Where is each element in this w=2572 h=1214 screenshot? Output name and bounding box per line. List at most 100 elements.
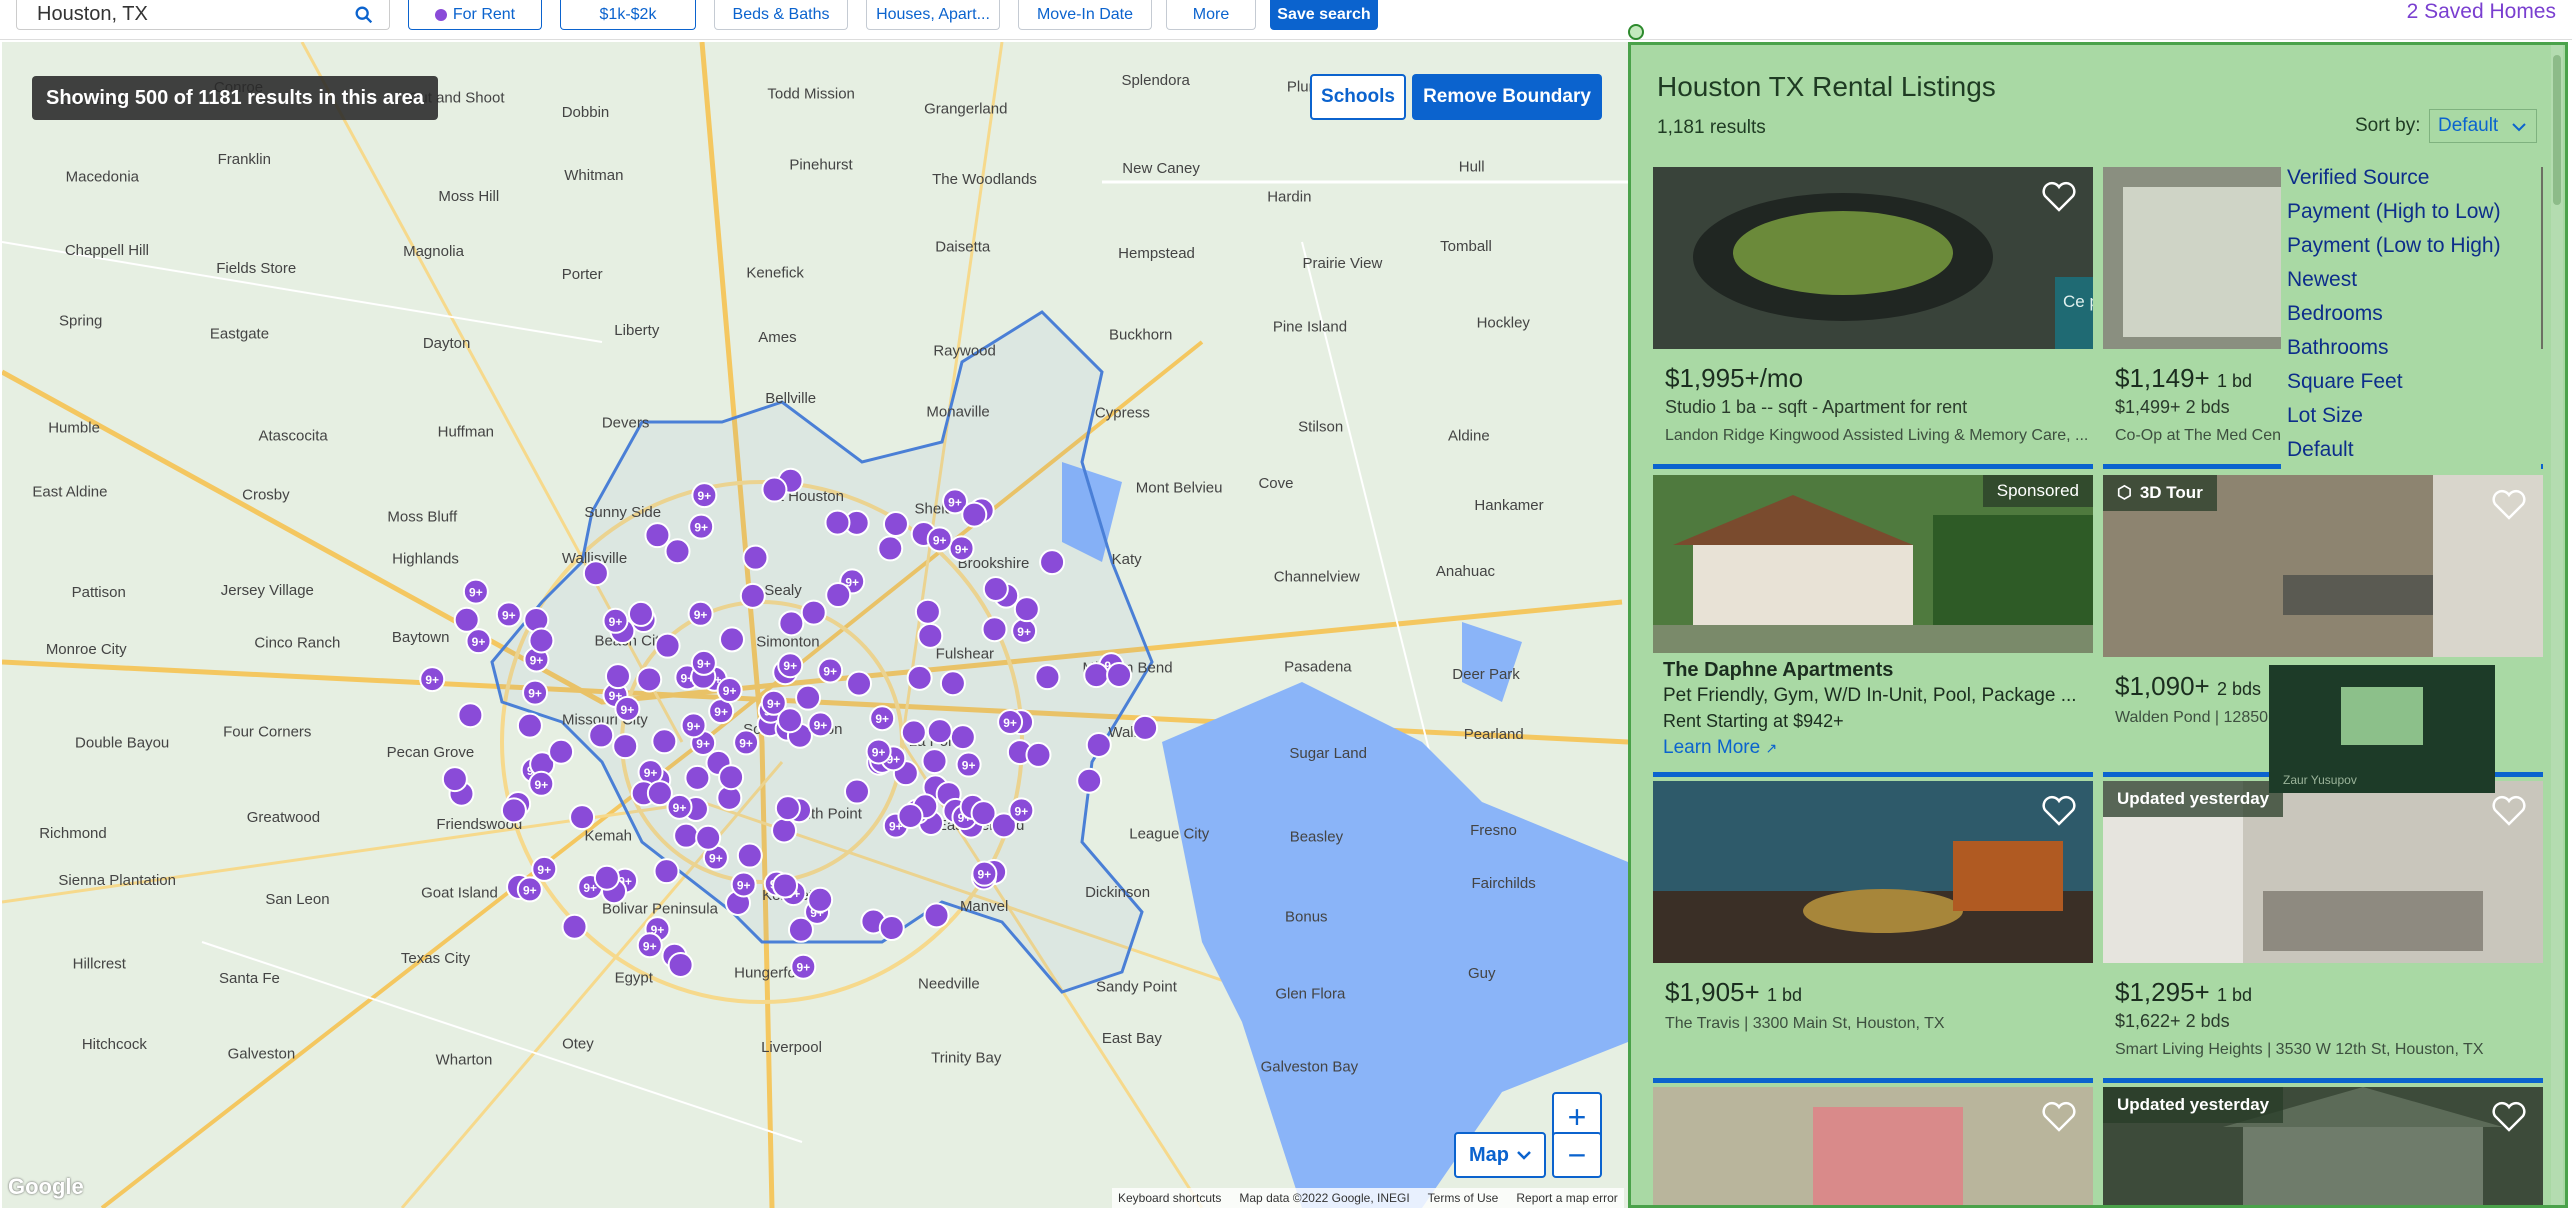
map-cluster-marker[interactable] bbox=[516, 712, 543, 739]
map-cluster-marker[interactable] bbox=[771, 817, 798, 844]
map-cluster-marker[interactable]: 9+ bbox=[680, 712, 707, 739]
listing-card[interactable]: Ce pre $1,995+/mo Studio 1 ba -- sqft - … bbox=[1653, 167, 2093, 469]
heart-icon[interactable] bbox=[2041, 1101, 2077, 1133]
map-cluster-marker[interactable]: 9+ bbox=[688, 513, 715, 540]
map-cluster-marker[interactable] bbox=[627, 600, 654, 627]
map-cluster-marker[interactable] bbox=[923, 902, 950, 929]
saved-homes-link[interactable]: 2 Saved Homes bbox=[2407, 0, 2556, 24]
map-cluster-marker[interactable]: 9+ bbox=[531, 855, 558, 882]
map-cluster-marker[interactable]: 9+ bbox=[865, 738, 892, 765]
map-cluster-marker[interactable] bbox=[949, 724, 976, 751]
sort-select[interactable]: Default bbox=[2429, 109, 2537, 143]
map-cluster-marker[interactable]: 9+ bbox=[955, 751, 982, 778]
map-cluster-marker[interactable] bbox=[718, 626, 745, 653]
map-cluster-marker[interactable] bbox=[604, 663, 631, 690]
map-cluster-marker[interactable] bbox=[795, 684, 822, 711]
filter-more-button[interactable]: More bbox=[1166, 0, 1256, 30]
sort-option[interactable]: Payment (High to Low) bbox=[2287, 195, 2535, 229]
map-cluster-marker[interactable] bbox=[800, 599, 827, 626]
map-cluster-marker[interactable] bbox=[778, 610, 805, 637]
map-cluster-marker[interactable]: 9+ bbox=[495, 601, 522, 628]
sort-option[interactable]: Lot Size bbox=[2287, 399, 2535, 433]
map-cluster-marker[interactable]: 9+ bbox=[602, 607, 629, 634]
map-cluster-marker[interactable] bbox=[651, 728, 678, 755]
map-cluster-marker[interactable] bbox=[739, 582, 766, 609]
schools-button[interactable]: Schools bbox=[1310, 74, 1406, 120]
zoom-out-button[interactable]: − bbox=[1552, 1132, 1602, 1178]
map-cluster-marker[interactable] bbox=[877, 535, 904, 562]
listing-card[interactable]: Updated yesterday $1,295+ 1 bd $1,622+ 2… bbox=[2103, 781, 2543, 1083]
map-cluster-marker[interactable]: 9+ bbox=[528, 770, 555, 797]
filter-beds-baths-button[interactable]: Beds & Baths bbox=[714, 0, 848, 30]
map-cluster-marker[interactable] bbox=[736, 842, 763, 869]
map-cluster-marker[interactable]: 9+ bbox=[516, 876, 543, 903]
map-cluster-marker[interactable] bbox=[906, 664, 933, 691]
map-cluster-marker[interactable]: 9+ bbox=[790, 953, 817, 980]
map-cluster-marker[interactable] bbox=[917, 622, 944, 649]
sort-option[interactable]: Bedrooms bbox=[2287, 297, 2535, 331]
sort-option[interactable]: Payment (Low to High) bbox=[2287, 229, 2535, 263]
learn-more-link[interactable]: Learn More ↗ bbox=[1663, 737, 1777, 759]
filter-move-in-date-button[interactable]: Move-In Date bbox=[1018, 0, 1152, 30]
sort-option[interactable]: Default bbox=[2287, 433, 2535, 467]
map-cluster-marker[interactable] bbox=[926, 718, 953, 745]
map-cluster-marker[interactable] bbox=[612, 733, 639, 760]
map-cluster-marker[interactable] bbox=[1034, 664, 1061, 691]
map-cluster-marker[interactable]: 9+ bbox=[691, 482, 718, 509]
map-cluster-marker[interactable] bbox=[673, 822, 700, 849]
listing-card[interactable]: Updated yesterday bbox=[2103, 1087, 2543, 1205]
search-input[interactable]: Houston, TX bbox=[16, 0, 390, 30]
remove-boundary-button[interactable]: Remove Boundary bbox=[1412, 74, 1602, 120]
map-cluster-marker[interactable]: 9+ bbox=[733, 729, 760, 756]
map-cluster-marker[interactable] bbox=[981, 616, 1008, 643]
map-cluster-marker[interactable] bbox=[939, 670, 966, 697]
report-error-link[interactable]: Report a map error bbox=[1516, 1191, 1617, 1205]
map-cluster-marker[interactable]: 9+ bbox=[636, 932, 663, 959]
map-cluster-marker[interactable] bbox=[695, 824, 722, 851]
map-cluster-marker[interactable]: 9+ bbox=[419, 666, 446, 693]
map-cluster-marker[interactable] bbox=[457, 702, 484, 729]
sponsored-listing-card[interactable]: Sponsored The Daphne Apartments Pet Frie… bbox=[1653, 475, 2093, 777]
map-cluster-marker[interactable] bbox=[1013, 596, 1040, 623]
map-cluster-marker[interactable] bbox=[878, 915, 905, 942]
map-cluster-marker[interactable] bbox=[761, 476, 788, 503]
map-cluster-marker[interactable] bbox=[1106, 661, 1133, 688]
heart-icon[interactable] bbox=[2041, 181, 2077, 213]
map-cluster-marker[interactable]: 9+ bbox=[817, 657, 844, 684]
heart-icon[interactable] bbox=[2491, 795, 2527, 827]
filter-home-type-button[interactable]: Houses, Apart... bbox=[866, 0, 1000, 30]
listing-card[interactable] bbox=[1653, 1087, 2093, 1205]
map-cluster-marker[interactable] bbox=[1076, 767, 1103, 794]
search-icon[interactable] bbox=[353, 4, 375, 26]
map-cluster-marker[interactable] bbox=[718, 764, 745, 791]
map-cluster-marker[interactable] bbox=[667, 951, 694, 978]
map-cluster-marker[interactable] bbox=[900, 719, 927, 746]
map-cluster-marker[interactable]: 9+ bbox=[1011, 617, 1038, 644]
keyboard-shortcuts-link[interactable]: Keyboard shortcuts bbox=[1118, 1191, 1221, 1205]
map-cluster-marker[interactable] bbox=[1132, 714, 1159, 741]
map-cluster-marker[interactable] bbox=[664, 538, 691, 565]
map-cluster-marker[interactable]: 9+ bbox=[687, 600, 714, 627]
map-cluster-marker[interactable] bbox=[644, 522, 671, 549]
map-cluster-marker[interactable]: 9+ bbox=[807, 711, 834, 738]
map-cluster-marker[interactable] bbox=[441, 766, 468, 793]
sort-option[interactable]: Bathrooms bbox=[2287, 331, 2535, 365]
map-cluster-marker[interactable] bbox=[500, 797, 527, 824]
terms-link[interactable]: Terms of Use bbox=[1428, 1191, 1499, 1205]
map-type-select[interactable]: Map bbox=[1454, 1132, 1546, 1178]
map-cluster-marker[interactable] bbox=[588, 722, 615, 749]
heart-icon[interactable] bbox=[2491, 489, 2527, 521]
map-cluster-marker[interactable]: 9+ bbox=[869, 705, 896, 732]
map-cluster-marker[interactable] bbox=[776, 707, 803, 734]
map-cluster-marker[interactable] bbox=[921, 748, 948, 775]
map-cluster-marker[interactable]: 9+ bbox=[997, 709, 1024, 736]
panel-scrollbar[interactable] bbox=[2551, 45, 2563, 1205]
map-cluster-marker[interactable]: 9+ bbox=[462, 578, 489, 605]
video-popup[interactable]: Zaur Yusupov bbox=[2269, 665, 2495, 793]
search-value[interactable]: Houston, TX bbox=[37, 3, 148, 26]
map-canvas[interactable]: ClevelandConroeCut and ShootDobbinTodd M… bbox=[2, 42, 1628, 1208]
map-cluster-marker[interactable] bbox=[453, 606, 480, 633]
map-cluster-marker[interactable]: 9+ bbox=[926, 526, 953, 553]
map-cluster-marker[interactable] bbox=[807, 886, 834, 913]
map-cluster-marker[interactable] bbox=[684, 764, 711, 791]
